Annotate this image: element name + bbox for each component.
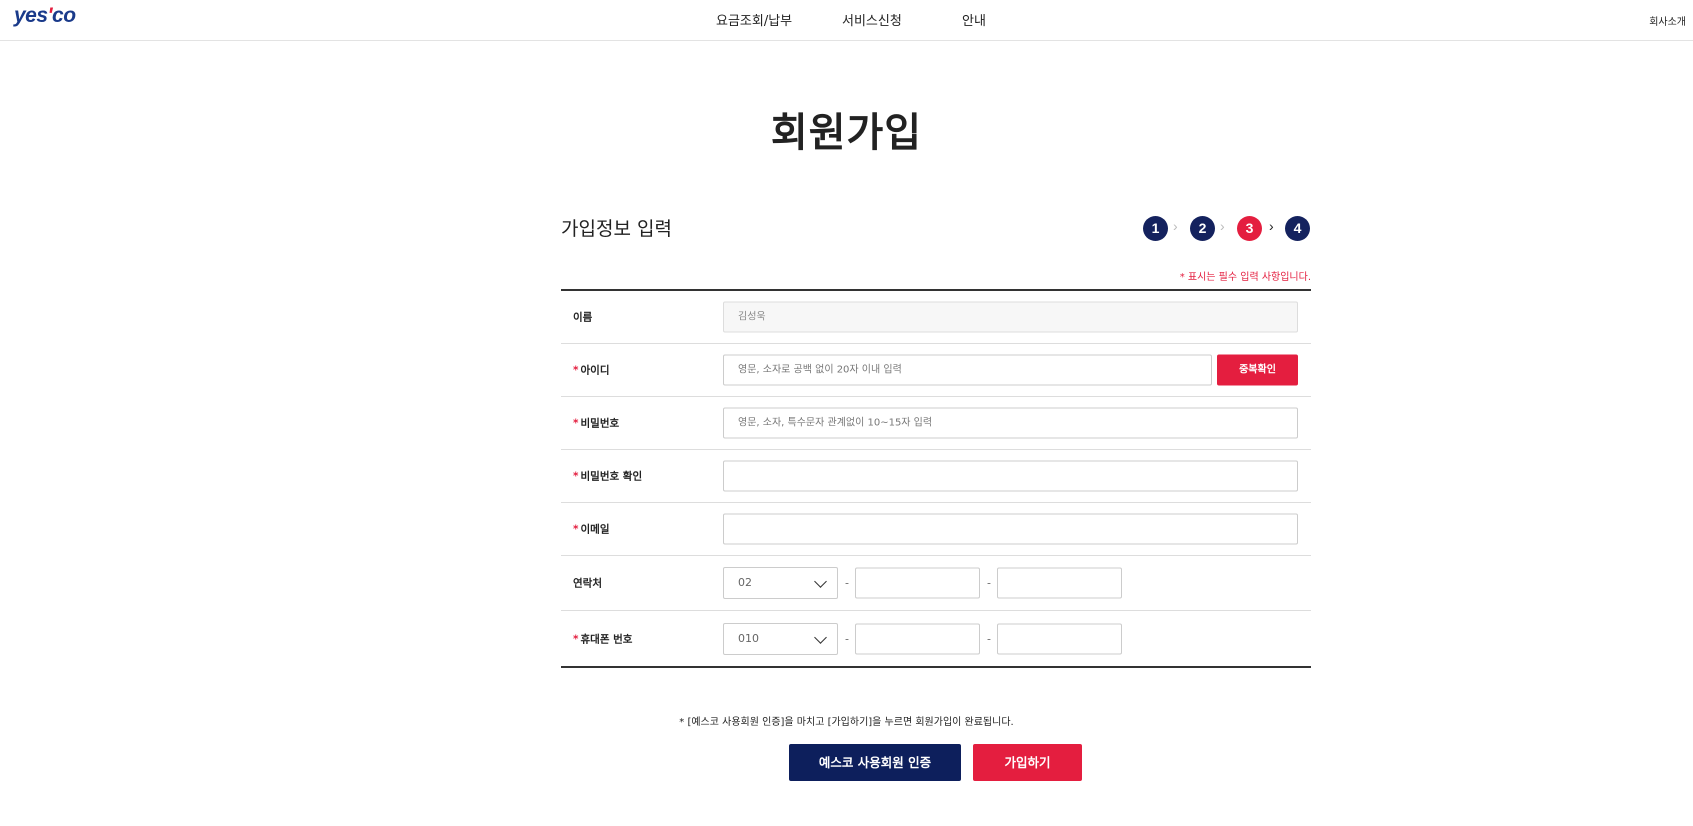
step-3-active: 3	[1237, 216, 1262, 241]
password-label: * 비밀번호	[573, 416, 619, 431]
required-mark: *	[573, 523, 579, 536]
logo-text-main: yes	[14, 4, 48, 27]
dash-separator: -	[987, 632, 991, 645]
page-title: 회원가입	[770, 110, 923, 156]
row-phone: 연락처 02 - -	[561, 556, 1311, 611]
nav-billing[interactable]: 요금조회/납부	[716, 10, 792, 29]
chevron-down-icon	[814, 575, 827, 588]
user-id-label: * 아이디	[573, 363, 609, 378]
row-user-id: *아이디 중복확인	[561, 344, 1311, 397]
join-button[interactable]: 가입하기	[973, 744, 1082, 781]
completion-note: * [예스코 사용회원 인증]을 마치고 [가입하기]을 누르면 회원가입이 완…	[679, 717, 1014, 728]
phone-area-code-value: 02	[738, 576, 752, 589]
dash-separator: -	[845, 632, 849, 645]
mobile-prefix-value: 010	[738, 631, 759, 645]
row-mobile: * 휴대폰 번호 010 - -	[561, 611, 1311, 666]
yesco-auth-button[interactable]: 예스코 사용회원 인증	[789, 744, 961, 781]
phone-middle-input[interactable]	[855, 567, 980, 599]
company-intro-link[interactable]: 회사소개	[1649, 13, 1686, 28]
row-name: 이름 김성욱	[561, 291, 1311, 344]
required-mark: *	[573, 417, 579, 430]
mobile-label: * 휴대폰 번호	[573, 631, 632, 646]
password-confirm-label: * 비밀번호 확인	[573, 469, 642, 484]
nav-service-request[interactable]: 서비스신청	[842, 10, 902, 29]
top-header: yes'co 요금조회/납부 서비스신청 안내 회사소개	[0, 0, 1693, 41]
required-mark: *	[573, 470, 579, 483]
required-mark: *	[573, 633, 579, 645]
duplicate-check-button[interactable]: 중복확인	[1217, 354, 1298, 386]
password-label-text: 비밀번호	[580, 417, 620, 430]
row-email: * 이메일	[561, 503, 1311, 556]
row-password-confirm: * 비밀번호 확인	[561, 450, 1311, 503]
password-confirm-input[interactable]	[723, 460, 1298, 492]
dash-separator: -	[845, 576, 849, 590]
dash-separator: -	[987, 576, 991, 590]
name-field: 김성욱	[723, 301, 1298, 333]
logo-text-end: co	[52, 4, 76, 27]
mobile-last-input[interactable]	[997, 623, 1122, 654]
phone-last-input[interactable]	[997, 567, 1122, 599]
mobile-label-text: 휴대폰 번호	[580, 633, 633, 645]
step-2: 2	[1190, 216, 1215, 241]
required-note: * 표시는 필수 입력 사항입니다.	[1179, 272, 1311, 283]
password-input[interactable]	[723, 407, 1298, 439]
chevron-down-icon	[814, 630, 827, 644]
step-arrow-icon: ›	[1220, 218, 1225, 234]
phone-area-code-select[interactable]: 02	[723, 567, 838, 599]
nav-guide[interactable]: 안내	[962, 10, 986, 29]
required-mark: *	[573, 364, 579, 377]
section-title: 가입정보 입력	[561, 218, 672, 240]
user-id-input[interactable]	[723, 354, 1212, 386]
email-label-text: 이메일	[580, 523, 610, 536]
step-4: 4	[1285, 216, 1310, 241]
row-password: * 비밀번호	[561, 397, 1311, 450]
user-id-label-text: 아이디	[580, 364, 610, 377]
yesco-logo[interactable]: yes'co	[14, 4, 76, 28]
step-1: 1	[1143, 216, 1168, 241]
name-label: 이름	[573, 311, 593, 324]
step-arrow-icon: ›	[1173, 218, 1178, 234]
phone-label: 연락처	[573, 577, 602, 590]
mobile-middle-input[interactable]	[855, 623, 980, 654]
email-input[interactable]	[723, 513, 1298, 545]
password-confirm-label-text: 비밀번호 확인	[580, 470, 643, 483]
step-arrow-icon: ›	[1269, 218, 1274, 234]
mobile-prefix-select[interactable]: 010	[723, 622, 838, 655]
signup-form: 이름 김성욱 *아이디 중복확인 *비밀번호 *비밀번호 확인 *이메일 연락처…	[561, 289, 1311, 668]
email-label: * 이메일	[573, 522, 609, 537]
